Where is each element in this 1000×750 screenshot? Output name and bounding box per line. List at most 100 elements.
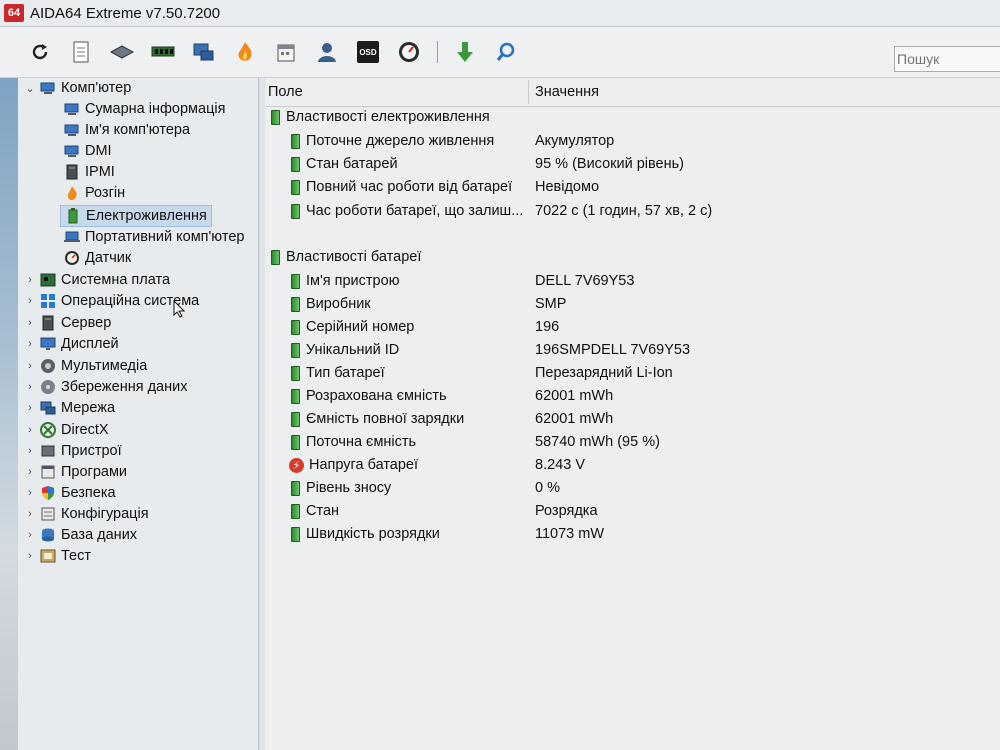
field-value: Розрядка [535,503,598,519]
chevron-right-icon[interactable]: › [24,317,36,329]
network-icon[interactable] [190,38,218,66]
table-row[interactable]: ⚡ Напруга батареї [289,454,418,476]
table-row[interactable]: Розрахована ємність [291,385,447,407]
chevron-right-icon[interactable]: › [24,445,36,457]
field-value: 8.243 V [535,457,585,473]
tree-item-power[interactable]: Електроживлення [60,205,212,227]
table-row[interactable]: Стан [291,500,339,522]
group-header-power[interactable]: Властивості електроживлення [271,106,490,128]
osd-label: OSD [357,41,379,63]
tree-item-summary[interactable]: Сумарна інформація [64,99,225,119]
xbox-icon [40,422,56,438]
tree-item-sensor[interactable]: Датчик [64,248,131,268]
group-title: Властивості електроживлення [286,109,490,125]
tree-item-storage[interactable]: › Збереження даних [24,377,187,397]
table-row[interactable]: Поточна ємність [291,431,416,453]
chevron-right-icon[interactable]: › [24,295,36,307]
chevron-right-icon[interactable]: › [24,402,36,414]
battery-icon [291,179,300,195]
field-label: Швидкість розрядки [306,526,440,542]
field-label: Ємність повної зарядки [306,411,465,427]
chevron-down-icon[interactable]: ⌄ [24,82,36,95]
table-row[interactable]: Рівень зносу [291,477,391,499]
flame-icon[interactable] [231,38,259,66]
tree-item-label: DMI [85,143,112,159]
database-icon [42,528,54,542]
chevron-right-icon[interactable]: › [24,381,36,393]
tree-item-ipmi[interactable]: IPMI [64,162,115,182]
report-icon[interactable] [67,38,95,66]
user-icon[interactable] [313,38,341,66]
field-label: Рівень зносу [306,480,392,496]
tree-item-benchmark[interactable]: › Тест [24,546,91,566]
tree-item-laptop[interactable]: Портативний комп'ютер [64,227,244,247]
tree-item-dmi[interactable]: DMI [64,141,112,161]
gauge-icon[interactable] [395,38,423,66]
tree-item-database[interactable]: › База даних [24,525,137,545]
device-icon [41,445,55,457]
table-row[interactable]: Унікальний ID [291,339,399,361]
table-row[interactable]: Повний час роботи від батареї [291,176,512,198]
tree-item-config[interactable]: › Конфігурація [24,504,148,524]
tree-item-display[interactable]: › Дисплей [24,334,119,354]
field-label: Виробник [306,296,371,312]
tree-item-computer[interactable]: ⌄ Комп'ютер [24,78,131,98]
tree-item-label: Сервер [61,315,112,331]
chevron-right-icon[interactable]: › [24,424,36,436]
table-row[interactable]: Час роботи батареї, що залиш... [291,200,523,222]
search-icon[interactable] [492,38,520,66]
chevron-right-icon[interactable]: › [24,338,36,350]
download-icon[interactable] [451,38,479,66]
chevron-right-icon[interactable]: › [24,550,36,562]
tree-item-label: Дисплей [61,336,119,352]
table-row[interactable]: Швидкість розрядки [291,523,440,545]
tree-item-devices[interactable]: › Пристрої [24,441,121,461]
group-header-battery[interactable]: Властивості батареї [271,246,421,268]
tree-item-security[interactable]: › Безпека [24,483,115,503]
chevron-right-icon[interactable]: › [24,466,36,478]
chevron-right-icon[interactable]: › [24,487,36,499]
chevron-right-icon[interactable]: › [24,274,36,286]
table-row[interactable]: Поточне джерело живлення [291,130,494,152]
tree-item-directx[interactable]: › DirectX [24,420,109,440]
table-row[interactable]: Ємність повної зарядки [291,408,464,430]
tree-item-server[interactable]: › Сервер [24,313,111,333]
tree-item-label: Комп'ютер [61,80,132,96]
tree-item-motherboard[interactable]: › Системна плата [24,270,170,290]
battery-icon [291,319,300,335]
field-label: Повний час роботи від батареї [306,179,513,195]
tree-item-software[interactable]: › Програми [24,462,127,482]
chevron-right-icon[interactable]: › [24,360,36,372]
column-divider[interactable] [528,80,529,104]
field-value: SMP [535,296,567,312]
memory-icon[interactable] [149,38,177,66]
table-row[interactable]: Виробник [291,293,371,315]
tree-item-multimedia[interactable]: › Мультимедіа [24,356,147,376]
field-value: 7022 с (1 годин, 57 хв, 2 с) [535,203,713,219]
table-row[interactable]: Серійний номер [291,316,414,338]
tree-item-label: База даних [61,527,138,543]
tree-item-label: Тест [61,548,91,564]
tree-item-network[interactable]: › Мережа [24,398,115,418]
speaker-icon [41,359,55,373]
refresh-icon[interactable] [26,38,54,66]
table-row[interactable]: Стан батарей [291,153,398,175]
search-input[interactable] [894,46,1000,72]
calendar-icon[interactable] [272,38,300,66]
chevron-right-icon[interactable]: › [24,529,36,541]
table-row[interactable]: Тип батареї [291,362,385,384]
osd-icon[interactable]: OSD [354,38,382,66]
tree-item-computer-name[interactable]: Ім'я комп'ютера [64,120,190,140]
motherboard-icon [40,273,56,287]
field-label: Серійний номер [306,319,415,335]
column-header-field[interactable]: Поле [268,84,303,100]
tree-item-overclock[interactable]: Розгін [64,183,125,203]
battery-icon [291,503,300,519]
battery-icon [271,109,280,125]
table-row[interactable]: Ім'я пристрою [291,270,400,292]
chevron-right-icon[interactable]: › [24,508,36,520]
computer-icon [64,145,79,157]
column-header-value[interactable]: Значення [535,84,599,100]
motherboard-icon[interactable] [108,38,136,66]
computer-icon [64,103,79,115]
